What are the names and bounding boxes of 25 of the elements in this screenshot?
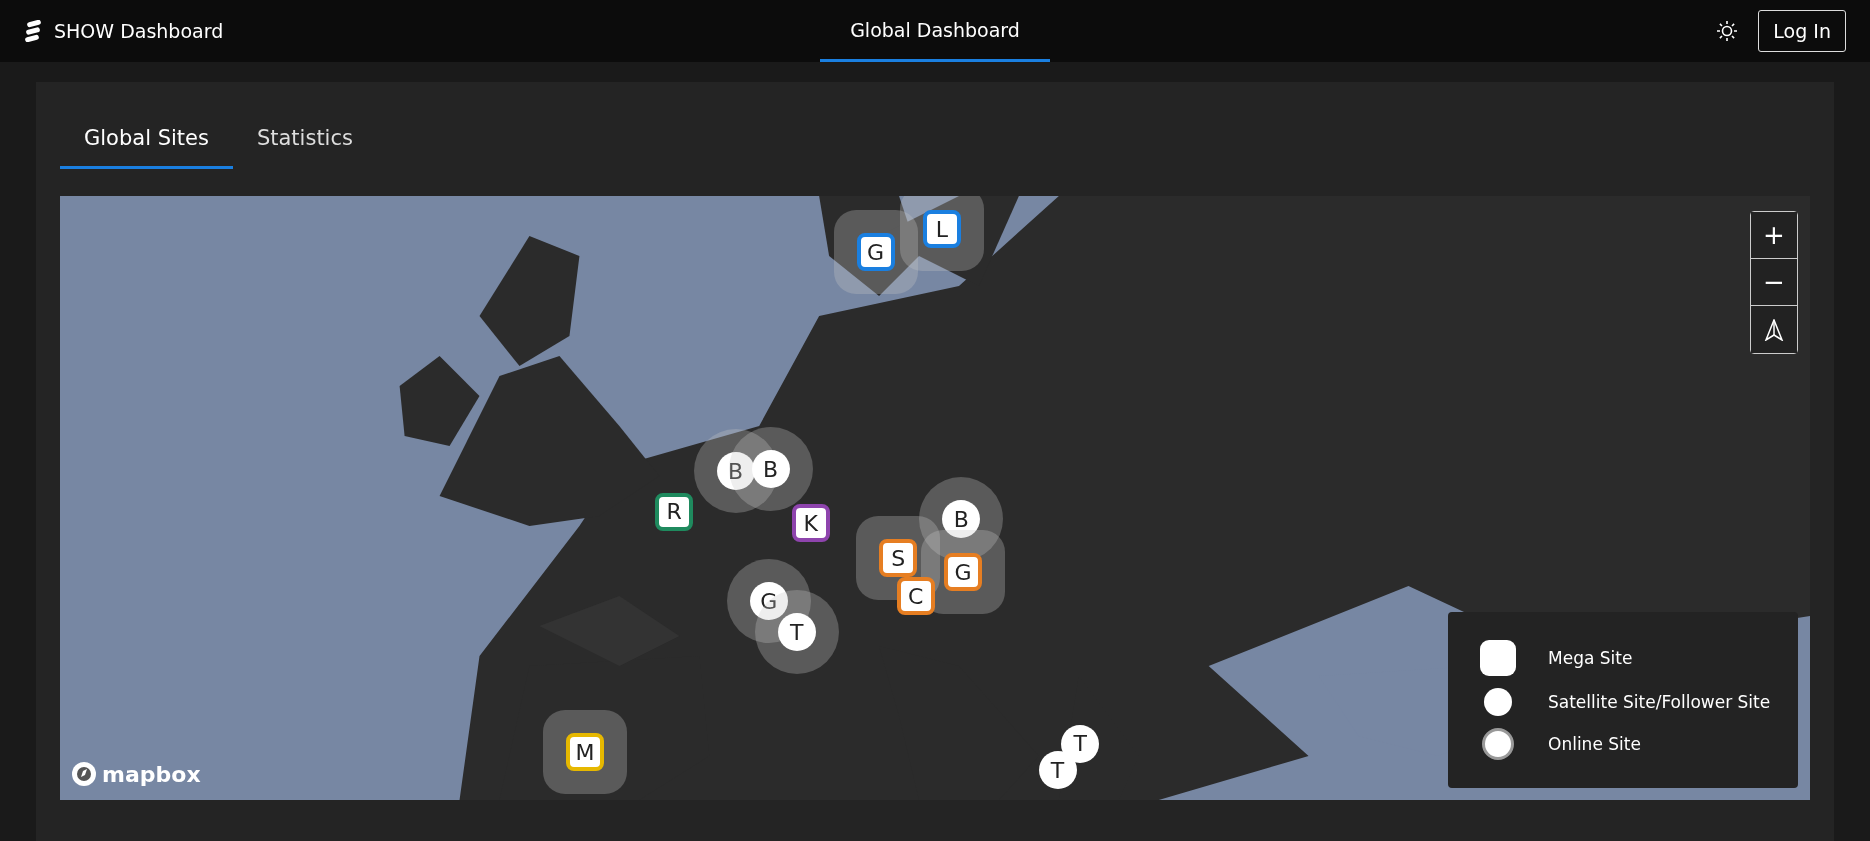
site-marker[interactable]: S — [879, 539, 918, 578]
legend-label: Satellite Site/Follower Site — [1548, 692, 1772, 712]
site-marker[interactable]: L — [923, 210, 961, 249]
zoom-in-button[interactable]: + — [1751, 212, 1797, 259]
attribution-text[interactable]: mapbox — [102, 761, 201, 787]
legend-label: Online Site — [1548, 734, 1642, 754]
mapbox-logo-icon — [70, 760, 98, 788]
app-title: SHOW Dashboard — [54, 20, 224, 42]
site-marker[interactable]: K — [791, 504, 830, 543]
compass-icon — [1764, 318, 1784, 341]
site-marker[interactable]: G — [944, 553, 982, 592]
legend-label: Mega Site — [1548, 648, 1634, 668]
site-marker[interactable]: G — [856, 233, 895, 272]
circle-icon — [1484, 688, 1512, 716]
tab[interactable]: Statistics — [232, 110, 377, 169]
logo-icon — [24, 20, 42, 42]
tab[interactable]: Global Sites — [60, 110, 233, 169]
circle-icon — [1482, 728, 1514, 760]
site-marker[interactable]: M — [566, 733, 604, 772]
site-marker[interactable]: R — [655, 492, 694, 531]
square-icon — [1480, 640, 1516, 676]
nav-tab[interactable]: Global Dashboard — [820, 0, 1050, 62]
login-button[interactable]: Log In — [1758, 10, 1846, 52]
sun-icon[interactable] — [1716, 20, 1739, 42]
site-marker[interactable]: C — [896, 577, 935, 616]
